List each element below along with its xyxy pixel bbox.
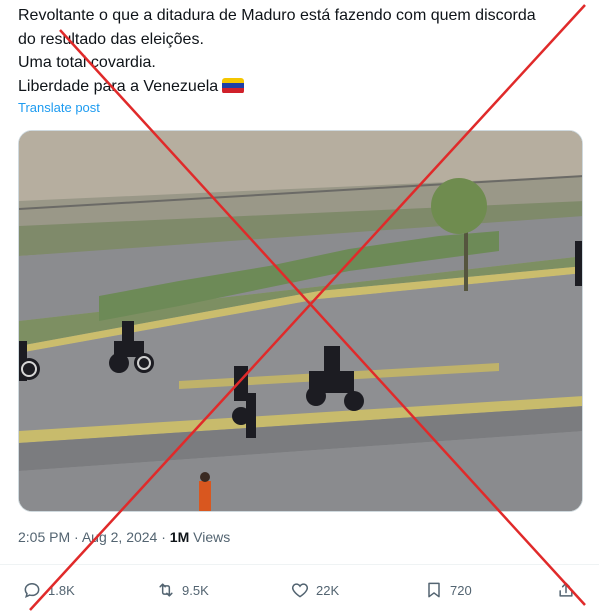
post-line-3: Uma total covardia. [18, 54, 156, 71]
repost-button[interactable]: 9.5K [156, 573, 209, 607]
post-text: Revoltante o que a ditadura de Maduro es… [18, 4, 593, 98]
reply-button[interactable]: 1.8K [22, 573, 75, 607]
share-button[interactable] [556, 573, 582, 607]
action-bar: 1.8K 9.5K 22K 720 [0, 573, 599, 607]
video-frame [19, 131, 582, 511]
translate-post-link[interactable]: Translate post [18, 100, 100, 115]
views-count: 1M [169, 529, 190, 545]
like-count: 22K [316, 582, 340, 598]
bookmark-icon [428, 582, 440, 598]
post-line-1: Revoltante o que a ditadura de Maduro es… [18, 7, 536, 24]
bookmark-count: 720 [450, 582, 472, 598]
post-line-4: Liberdade para a Venezuela [18, 75, 593, 99]
reply-count: 1.8K [48, 582, 75, 598]
repost-icon [159, 583, 173, 597]
bookmark-button[interactable]: 720 [424, 573, 472, 607]
reply-icon [24, 582, 40, 599]
repost-count: 9.5K [182, 582, 209, 598]
post-video-media[interactable] [18, 130, 583, 512]
post-time[interactable]: 2:05 PM [18, 529, 70, 545]
post-date[interactable]: Aug 2, 2024 [82, 529, 158, 545]
meta-separator-2: · [161, 529, 166, 545]
post-meta: 2:05 PM · Aug 2, 2024 · 1M Views [18, 529, 230, 545]
meta-separator-1: · [74, 529, 79, 545]
views-label: Views [193, 529, 231, 545]
heart-icon [291, 583, 309, 598]
post-line-4-text: Liberdade para a Venezuela [18, 77, 219, 95]
divider [0, 564, 599, 565]
share-icon [559, 582, 573, 597]
post-line-2: do resultado das eleições. [18, 30, 204, 48]
venezuela-flag-icon [222, 77, 245, 94]
like-button[interactable]: 22K [290, 573, 339, 607]
